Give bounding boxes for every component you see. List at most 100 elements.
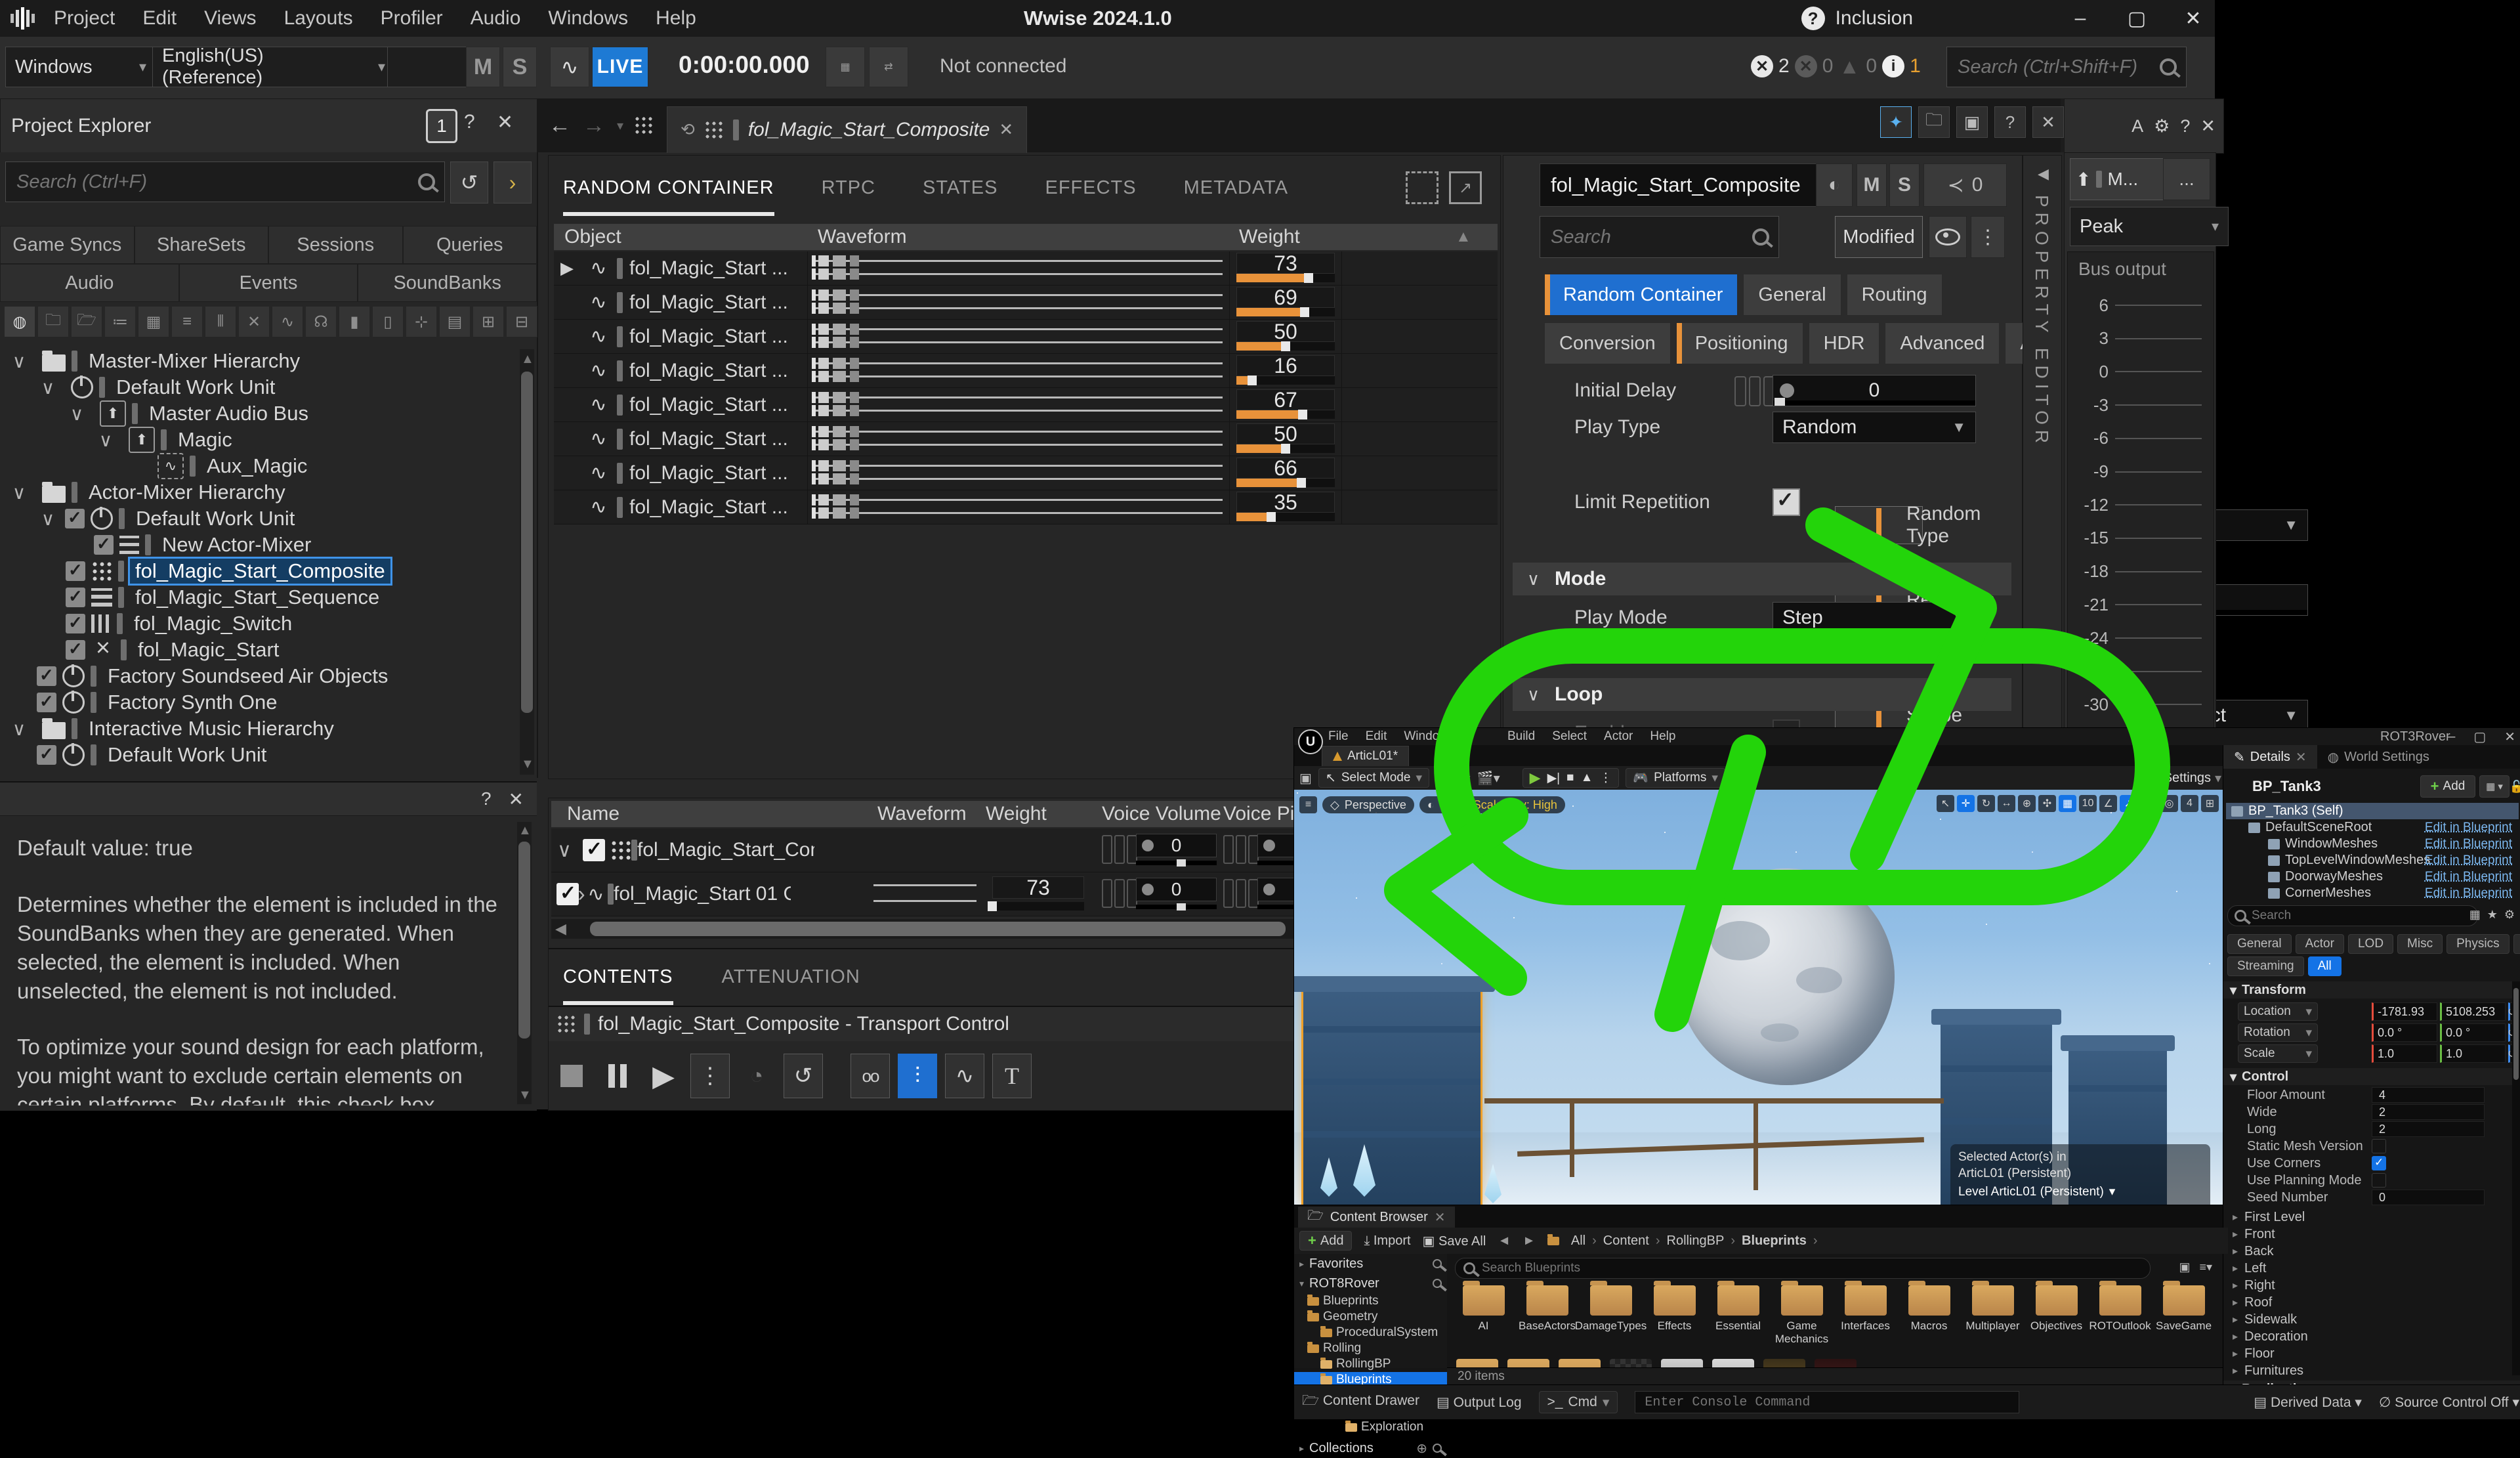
panel-help-icon[interactable]: ? <box>481 788 492 809</box>
modified-filter-button[interactable]: Modified <box>1835 216 1923 258</box>
table-row[interactable]: ▶ fol_Magic_Start ... 69 <box>554 286 1498 320</box>
inclusion-checkbox[interactable] <box>583 838 605 861</box>
back-icon[interactable]: ← <box>549 113 571 139</box>
column-voice-volume[interactable]: Voice Volume <box>1102 803 1221 825</box>
folder-tree-item[interactable]: Exploration <box>1294 1419 1447 1435</box>
column-name[interactable]: Name <box>567 803 620 825</box>
gear-icon[interactable]: ⚙ <box>2154 116 2170 137</box>
column-waveform[interactable]: Waveform <box>877 803 967 825</box>
folder-icon[interactable] <box>1456 1359 1498 1368</box>
expander-icon[interactable] <box>37 377 59 398</box>
tree-item[interactable]: Actor-Mixer Hierarchy <box>0 479 518 505</box>
editor-tab[interactable]: STATES <box>923 177 998 199</box>
editor-tab[interactable]: METADATA <box>1184 177 1288 199</box>
actor-mixer-icon[interactable]: ≔ <box>104 306 136 337</box>
menu-item[interactable]: Layouts <box>284 7 353 30</box>
asset-thumbnail[interactable] <box>1610 1359 1652 1368</box>
tree-scrollbar[interactable]: ▲ ▼ <box>520 349 534 775</box>
x-value[interactable]: -1781.93 <box>2372 1002 2437 1021</box>
asset-thumbnail[interactable] <box>1815 1359 1857 1368</box>
inclusion-checkbox[interactable] <box>37 691 56 712</box>
filter-chip[interactable]: Actor <box>2295 934 2344 954</box>
property-slider[interactable]: 0 <box>1773 375 1976 406</box>
asset-folder[interactable]: Multiplayer <box>1965 1281 2020 1356</box>
property-value[interactable]: 0 <box>2372 1190 2485 1205</box>
weight-slider[interactable] <box>1236 273 1335 283</box>
text-button[interactable]: T <box>992 1054 1032 1098</box>
viewport-menu-icon[interactable]: ≡ <box>1299 796 1317 813</box>
save-filter-icon[interactable]: ▣ <box>2179 1260 2190 1274</box>
sound-sfx-icon[interactable]: ∿ <box>272 306 303 337</box>
inclusion-checkbox[interactable] <box>37 744 56 765</box>
table-row[interactable]: ▶ fol_Magic_Start ... 35 <box>554 490 1498 525</box>
panel-close-icon[interactable]: ✕ <box>497 111 513 134</box>
play-options-icon[interactable]: ⋮ <box>1599 771 1612 786</box>
link-indicator-icons[interactable] <box>1734 376 1775 406</box>
minimize-button[interactable]: – <box>2448 729 2455 744</box>
quad-view-icon[interactable]: ⊞ <box>2201 795 2219 812</box>
fullscreen-icon[interactable] <box>1406 171 1438 204</box>
stop-icon[interactable]: ■ <box>1566 771 1574 785</box>
waveform-cell[interactable] <box>808 286 1230 319</box>
capture-log-button[interactable]: ▦ <box>826 47 865 87</box>
world-space-icon[interactable]: ⊕ <box>2018 795 2036 812</box>
filter-chip[interactable]: LOD <box>2347 934 2394 954</box>
more-button[interactable]: ... <box>2163 158 2210 200</box>
expand-chevron-button[interactable]: › <box>494 161 532 204</box>
tree-item[interactable]: fol_Magic_Start_Sequence <box>0 584 518 611</box>
eject-icon[interactable]: ▲ <box>1581 771 1593 785</box>
weight-slider[interactable] <box>1236 410 1335 419</box>
property-checkbox[interactable] <box>2372 1156 2386 1170</box>
add-button[interactable]: + Add <box>1299 1231 1353 1251</box>
property-checkbox[interactable] <box>2372 1173 2386 1188</box>
editor-tab[interactable]: RANDOM CONTAINER <box>563 177 774 216</box>
close-icon[interactable]: ✕ <box>2032 106 2064 138</box>
folder-tree-item[interactable]: Blueprints <box>1294 1293 1447 1309</box>
favorite-icon[interactable]: ★ <box>2487 908 2498 922</box>
property-tab[interactable]: General <box>1743 274 1841 316</box>
asset-folder[interactable]: Interfaces <box>1838 1281 1893 1356</box>
weight-slider[interactable] <box>1236 375 1335 385</box>
solo-button[interactable]: S <box>503 47 537 87</box>
contents-tab[interactable]: CONTENTS <box>563 966 673 1005</box>
play-icon[interactable]: ▶ <box>554 258 580 278</box>
folder-icon[interactable]: 🗀 <box>37 306 69 337</box>
slider-knob[interactable] <box>1780 383 1794 398</box>
save-icon[interactable]: ▣ <box>1299 770 1312 786</box>
folder-tree-item[interactable]: ProceduralSystem <box>1294 1325 1447 1340</box>
move-tool-icon[interactable]: ✛ <box>1957 795 1975 812</box>
sequence-container-icon[interactable]: ≡ <box>171 306 203 337</box>
weight-slider[interactable] <box>1236 444 1335 454</box>
language-select[interactable]: English(US) (Reference) ▾ <box>152 45 395 88</box>
expander-icon[interactable] <box>551 839 578 862</box>
plugin-icon[interactable]: ▮ <box>339 306 370 337</box>
expander-icon[interactable] <box>37 508 59 530</box>
back-icon[interactable]: ◄ <box>1498 1233 1511 1249</box>
derived-data-button[interactable]: ▤ Derived Data ▾ <box>2254 1394 2362 1411</box>
cmd-select[interactable]: >_ Cmd ▾ <box>1538 1391 1618 1413</box>
level-selector[interactable]: Level ArticL01 (Persistent) ▾ <box>1958 1184 2202 1201</box>
rotate-tool-icon[interactable]: ↻ <box>1977 795 1995 812</box>
transform-axis-select[interactable]: Rotation ▾ <box>2238 1023 2318 1042</box>
help-icon[interactable]: ? <box>2180 116 2190 137</box>
console-input-wrap[interactable] <box>1635 1391 2020 1413</box>
asset-folder[interactable]: Macros <box>1902 1281 1956 1356</box>
bus-selector[interactable]: ⬆ M... <box>2070 158 2167 200</box>
property-subtab[interactable]: Positioning <box>1675 322 1803 364</box>
project-root[interactable]: ▾ ROT8Rover <box>1294 1274 1447 1293</box>
mute-button[interactable]: M <box>1857 163 1887 207</box>
output-log-button[interactable]: ▤ Output Log <box>1437 1394 1522 1411</box>
folder-tree-item[interactable]: Rolling <box>1294 1340 1447 1356</box>
panel-help-icon[interactable]: ? <box>464 111 475 133</box>
horizontal-scrollbar[interactable]: ◀ <box>551 919 1299 939</box>
folder-icon[interactable] <box>1507 1359 1549 1368</box>
edit-in-blueprint-link[interactable]: Edit in Blueprint <box>2425 870 2512 884</box>
asset-search[interactable]: Search Blueprints <box>1455 1258 2151 1279</box>
property-search[interactable] <box>1540 216 1779 258</box>
asset-folder[interactable]: Effects <box>1647 1281 1702 1356</box>
column-weight[interactable]: Weight <box>986 803 1047 825</box>
filter-icon[interactable]: ≡▾ <box>2199 1260 2212 1274</box>
asset-folder[interactable]: BaseActors <box>1519 1281 1576 1356</box>
property-value[interactable]: 2 <box>2372 1121 2485 1137</box>
meter-mode-select[interactable]: Peak ▾ <box>2070 207 2229 246</box>
